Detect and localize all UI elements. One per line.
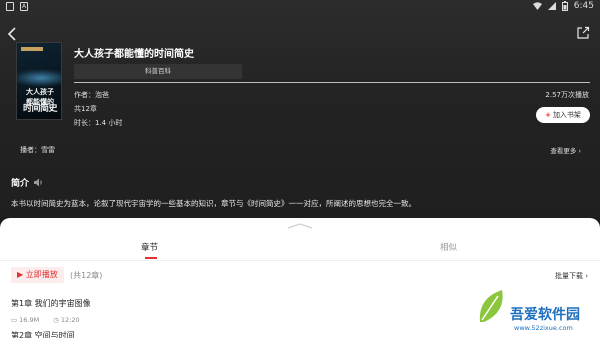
chapter-count: 共12章 bbox=[74, 105, 97, 113]
category-tag[interactable]: 科普百科 bbox=[74, 64, 242, 79]
reader-label: 播者：雪雷 bbox=[20, 146, 55, 154]
tab-chapters[interactable]: 章节 bbox=[141, 241, 158, 253]
notification-icon bbox=[6, 2, 14, 11]
reader-row[interactable]: 播者：雪雷 查看更多 › bbox=[11, 141, 589, 159]
status-bar: A 6:45 bbox=[0, 0, 600, 14]
speaker-icon[interactable] bbox=[33, 178, 43, 187]
folder-icon: ▭ bbox=[11, 316, 18, 324]
app-icon: A bbox=[20, 2, 28, 11]
intro-text: 本书以时间简史为蓝本，论叙了现代宇宙学的一些基本的知识，章节与《时间简史》一一对… bbox=[11, 199, 416, 208]
duration-label: 时长：1.4 小时 bbox=[74, 119, 123, 127]
play-now-button[interactable]: ▶ 立即播放 bbox=[11, 267, 64, 283]
divider bbox=[0, 260, 600, 261]
chapter-length: 12:20 bbox=[60, 316, 80, 324]
intro-heading: 简介 bbox=[11, 176, 43, 189]
chapters-sheet: 章节 相似 ▶ 立即播放 (共12章) 批量下载 › 第1章 我们的宇宙图像 ▭… bbox=[0, 218, 600, 338]
plus-icon: + bbox=[545, 111, 551, 119]
play-count: 2.57万次播放 bbox=[545, 91, 589, 99]
tab-bar: 章节 相似 bbox=[0, 238, 600, 260]
book-title: 大人孩子都能懂的时间简史 bbox=[74, 49, 194, 60]
chapter-count-label: (共12章) bbox=[70, 271, 103, 280]
book-cover: 大人孩子 都能懂的 时间简史 bbox=[16, 42, 62, 120]
chapter-item[interactable]: 第2章 空间与时间 bbox=[11, 330, 75, 338]
signal-icon bbox=[547, 2, 556, 10]
chapter-item[interactable]: 第1章 我们的宇宙图像 bbox=[11, 298, 91, 309]
divider bbox=[74, 82, 590, 83]
battery-icon bbox=[561, 1, 568, 11]
wifi-icon bbox=[532, 2, 542, 10]
active-tab-indicator bbox=[145, 257, 157, 259]
drag-handle-icon[interactable] bbox=[284, 223, 316, 229]
clock: 6:45 bbox=[573, 1, 594, 11]
tab-similar[interactable]: 相似 bbox=[440, 241, 457, 253]
cover-earth-image bbox=[17, 69, 61, 87]
author-label: 作者：泡爸 bbox=[74, 91, 109, 99]
add-to-shelf-button[interactable]: + 加入书架 bbox=[536, 107, 590, 123]
chevron-right-icon: › bbox=[585, 272, 588, 280]
clock-icon: ◷ bbox=[53, 316, 59, 324]
chapter-meta: ▭ 16.9M ◷ 12:20 bbox=[11, 316, 80, 324]
chevron-right-icon: › bbox=[578, 147, 581, 155]
share-icon[interactable] bbox=[576, 26, 590, 40]
add-to-shelf-label: 加入书架 bbox=[552, 111, 581, 119]
cover-title-line: 时间简史 bbox=[22, 104, 58, 114]
book-header: A 6:45 大人孩子 都能懂的 时间简史 大人孩子都能懂的时间简史 科普百科 作… bbox=[0, 0, 600, 218]
batch-download-button[interactable]: 批量下载 › bbox=[555, 271, 588, 281]
see-more-link[interactable]: 查看更多 › bbox=[550, 145, 581, 155]
play-icon: ▶ bbox=[17, 270, 24, 279]
cover-stripe bbox=[21, 47, 43, 51]
back-arrow-icon[interactable] bbox=[6, 26, 20, 42]
file-size: 16.9M bbox=[19, 316, 40, 324]
play-now-label: 立即播放 bbox=[25, 270, 58, 279]
